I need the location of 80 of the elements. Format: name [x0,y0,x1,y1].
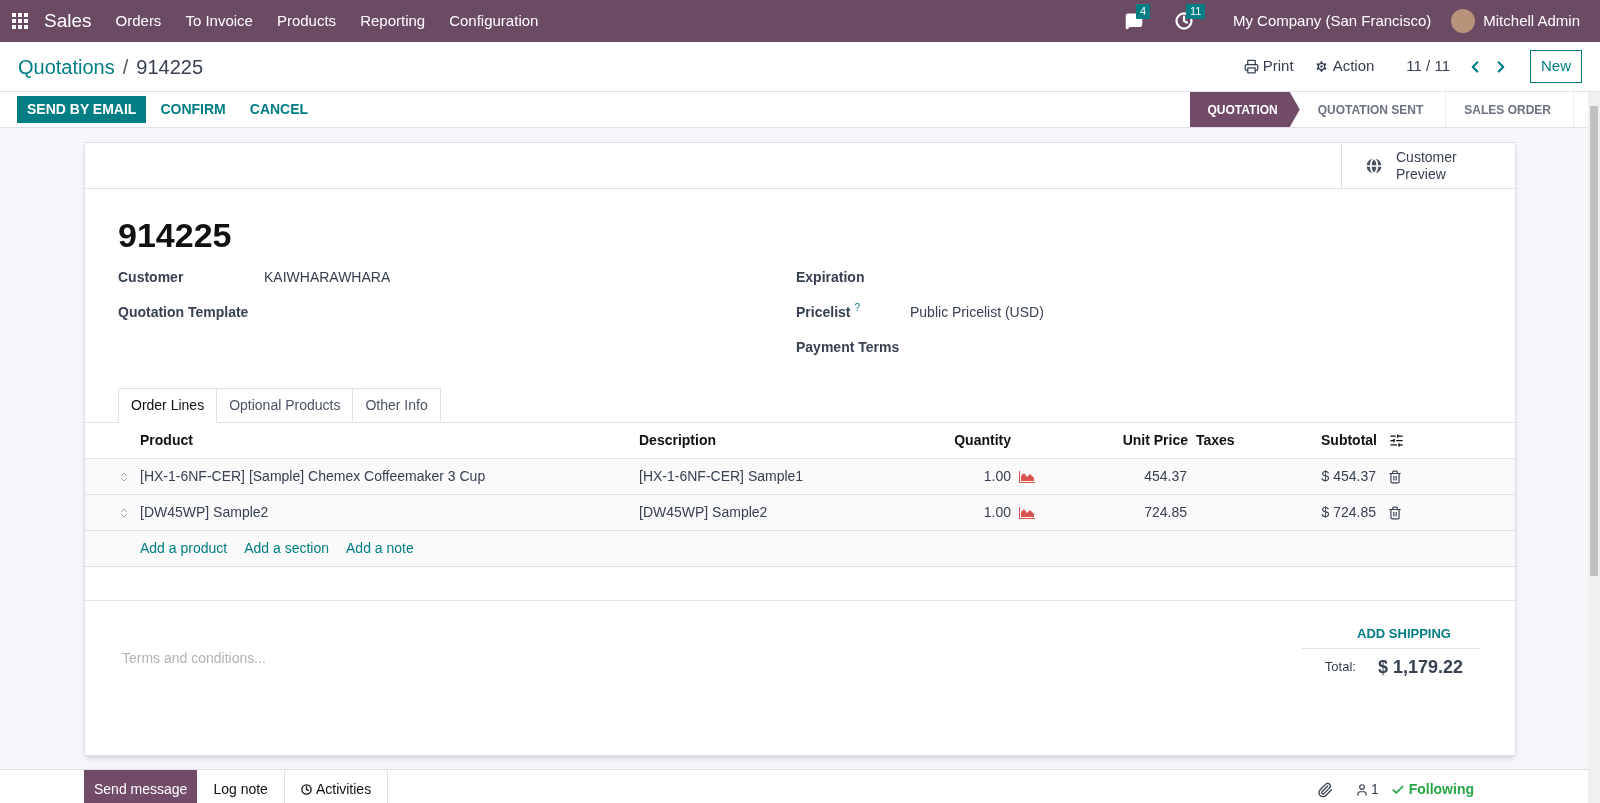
scrollbar[interactable] [1588,92,1600,803]
column-header[interactable]: Description [639,430,939,451]
drag-handle-icon[interactable] [118,506,130,519]
activities-icon[interactable] [1174,12,1193,30]
nav-menu-item[interactable]: Reporting [360,9,426,33]
field-label: Pricelist [796,303,851,322]
forecast-chart-icon[interactable] [1019,506,1035,519]
terms-field[interactable]: Terms and conditions... [122,647,1302,669]
followers-icon[interactable] [1354,782,1369,797]
apps-menu-icon[interactable] [12,13,28,29]
action-button[interactable]: CANCEL [239,96,319,123]
column-header[interactable]: Subtotal [1256,430,1377,451]
chatter-tab[interactable]: Activities [284,770,389,803]
pager-value: 11 / 11 [1406,56,1450,77]
field-label: Customer [118,268,185,287]
stage-step[interactable]: QUOTATION [1189,92,1300,127]
delete-icon[interactable] [1388,469,1402,484]
user-avatar[interactable] [1451,9,1476,33]
column-header[interactable]: Quantity [939,430,1011,451]
new-button[interactable]: New [1530,50,1582,83]
optional-columns-icon[interactable] [1389,433,1404,448]
printer-icon [1243,59,1259,74]
user-name[interactable]: Mitchell Admin [1483,9,1580,33]
company-switcher[interactable]: My Company (San Francisco) [1232,9,1432,33]
field-label: Quotation Template [118,303,250,322]
help-tooltip[interactable]: ? [854,302,861,314]
print-button[interactable]: Print [1243,55,1294,78]
notebook-tab[interactable]: Other Info [353,388,441,423]
app-name[interactable]: Sales [44,6,92,36]
field-label: Payment Terms [796,338,900,357]
globe-icon [1364,155,1384,176]
column-header[interactable]: Product [85,430,639,451]
table-cell[interactable]: [HX-1-6NF-CER] Sample1 [639,466,959,487]
table-cell[interactable]: $ 454.37 [1187,466,1376,487]
nav-menu-item[interactable]: Products [276,9,337,33]
table-cell[interactable]: [DW45WP] Sample2 [639,502,959,523]
followers-count[interactable]: 1 [1370,779,1379,800]
breadcrumb-current: 914225 [136,54,204,80]
action-button[interactable]: CONFIRM [150,96,236,123]
customer-preview-button[interactable]: Customer Preview [1341,143,1515,188]
messages-count-badge: 4 [1135,4,1150,19]
field-label: Expiration [796,268,865,287]
record-title: 914225 [118,215,233,256]
chatter-tab[interactable]: Log note [197,770,285,803]
total-label: Total: [1324,658,1356,677]
add-line-link[interactable]: Add a section [244,538,329,559]
field-value[interactable]: Public Pricelist (USD) [910,302,1044,323]
add-line-link[interactable]: Add a note [346,538,414,559]
action-button[interactable]: Action [1313,55,1375,78]
nav-menu-item[interactable]: To Invoice [185,9,253,33]
action-button[interactable]: SEND BY EMAIL [17,96,147,123]
add-shipping-button[interactable]: ADD SHIPPING [1302,619,1480,649]
table-cell[interactable]: 454.37 [1035,466,1187,487]
table-cell[interactable]: 724.85 [1035,502,1187,523]
field-value[interactable]: KAIWHARAWHARA [264,267,391,288]
column-header[interactable]: Unit Price [1011,430,1188,451]
delete-icon[interactable] [1388,505,1402,520]
drag-handle-icon[interactable] [118,470,130,483]
clock-icon [300,784,312,795]
forecast-chart-icon[interactable] [1019,470,1035,483]
add-line-link[interactable]: Add a product [140,538,228,559]
stage-step[interactable]: SALES ORDER [1446,92,1574,127]
notebook-tab[interactable]: Optional Products [217,388,354,423]
total-amount: $ 1,179.22 [1377,655,1463,679]
table-cell[interactable]: $ 724.85 [1187,502,1376,523]
table-cell[interactable]: [HX-1-6NF-CER] [Sample] Chemex Coffeemaker 3 Cup [140,466,639,487]
table-cell[interactable]: [DW45WP] Sample2 [140,502,639,523]
table-cell[interactable]: 1.00 [959,466,1011,487]
activities-count-badge: 11 [1185,4,1206,19]
attachment-icon[interactable] [1316,781,1333,798]
nav-menu-item[interactable]: Orders [115,9,162,33]
breadcrumb-separator: / [122,54,129,80]
column-header[interactable]: Taxes [1196,430,1256,451]
table-cell[interactable]: 1.00 [959,502,1011,523]
notebook-tab[interactable]: Order Lines [118,388,218,423]
chatter-tab[interactable]: Send message [84,770,198,803]
breadcrumb-link[interactable]: Quotations [18,51,115,82]
nav-menu-item[interactable]: Configuration [449,9,539,33]
stage-step[interactable]: QUOTATION SENT [1299,92,1447,127]
gear-icon [1313,59,1329,74]
